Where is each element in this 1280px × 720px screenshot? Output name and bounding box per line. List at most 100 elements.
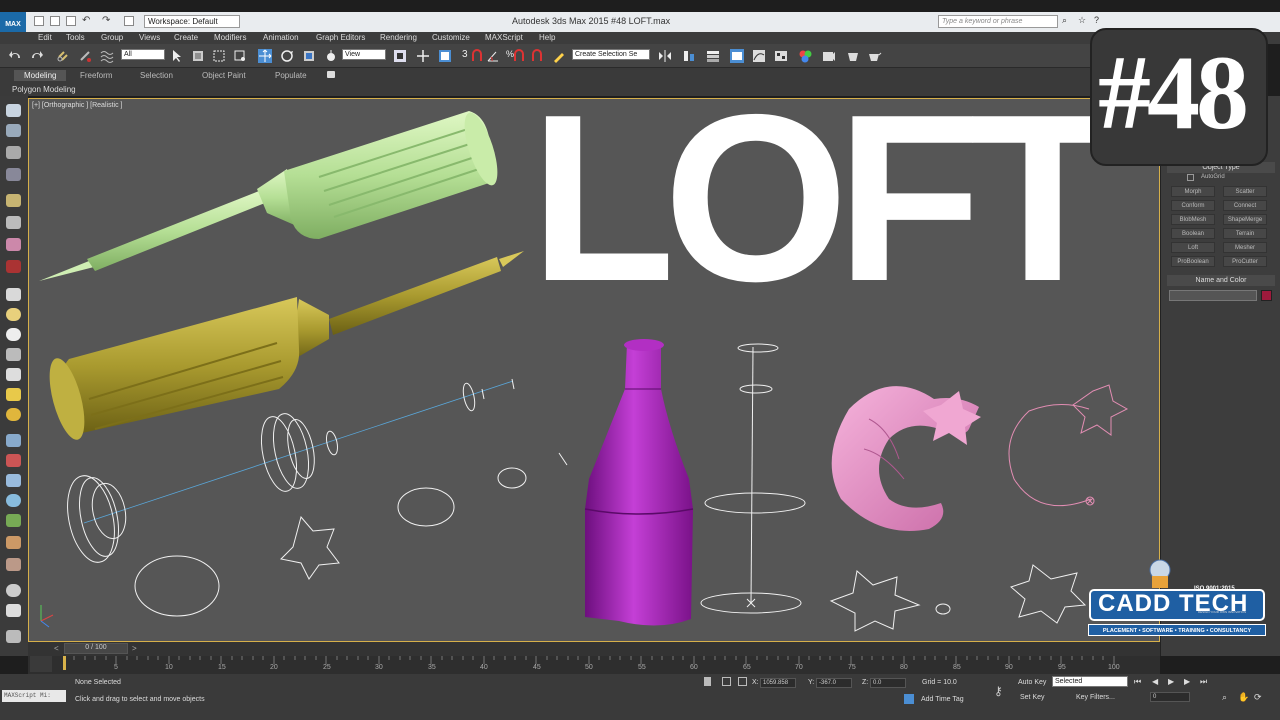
record-icon[interactable] xyxy=(6,260,21,273)
key-icon[interactable]: ⚷ xyxy=(994,684,1003,698)
display-panel-icon[interactable] xyxy=(6,194,21,207)
utilities-panel-icon[interactable] xyxy=(6,216,21,229)
select-by-name-icon[interactable] xyxy=(191,49,205,63)
zoom-icon[interactable]: ⌕ xyxy=(1222,692,1227,703)
auto-key-button[interactable]: Auto Key xyxy=(1018,679,1046,686)
x-coordinate-field[interactable]: 1059.858 xyxy=(760,678,796,688)
add-time-tag[interactable]: Add Time Tag xyxy=(921,696,964,703)
cone-primitive-icon[interactable] xyxy=(6,368,21,381)
paint-icon[interactable] xyxy=(6,604,21,617)
purple-bottle[interactable] xyxy=(584,339,694,626)
trackbar[interactable]: 5 10 15 20 25 30 35 40 45 50 55 60 65 70… xyxy=(28,656,1160,674)
rectangular-selection-icon[interactable] xyxy=(212,49,226,63)
menu-views[interactable]: Views xyxy=(139,33,160,42)
time-prev-icon[interactable]: < xyxy=(54,644,59,653)
teapot-icon[interactable] xyxy=(6,584,21,597)
add-time-tag-icon[interactable] xyxy=(904,694,914,704)
green-screwdriver[interactable] xyxy=(39,109,504,281)
terrain-button[interactable]: Terrain xyxy=(1223,228,1267,239)
tab-populate[interactable]: Populate xyxy=(275,71,307,80)
app-logo-icon[interactable]: MAX xyxy=(0,12,26,32)
autogrid-checkbox[interactable] xyxy=(1187,174,1194,181)
particles-icon[interactable] xyxy=(6,238,21,251)
play-icon[interactable]: ▶ xyxy=(1168,677,1174,686)
star-splines[interactable] xyxy=(829,564,1087,632)
graphite-ribbon-icon[interactable] xyxy=(730,49,744,63)
pivot-center-icon[interactable] xyxy=(393,49,407,63)
go-to-end-icon[interactable]: ⏭ xyxy=(1200,677,1207,687)
menu-animation[interactable]: Animation xyxy=(263,33,299,42)
ribbon-options-icon[interactable] xyxy=(327,71,335,78)
z-coordinate-field[interactable]: 0.0 xyxy=(870,678,906,688)
isolate-icon[interactable] xyxy=(722,677,731,686)
link-icon[interactable] xyxy=(56,49,70,63)
snap-toggle-icon[interactable] xyxy=(470,49,484,63)
orbit-icon[interactable]: ⟳ xyxy=(1254,692,1262,703)
y-coordinate-field[interactable]: -367.0 xyxy=(816,678,852,688)
curve-editor-icon[interactable] xyxy=(752,49,766,63)
window-crossing-icon[interactable] xyxy=(233,49,247,63)
olive-screwdriver[interactable] xyxy=(43,251,524,443)
redo-icon[interactable]: ↷ xyxy=(102,16,112,26)
motion-panel-icon[interactable] xyxy=(6,168,21,181)
hierarchy-panel-icon[interactable] xyxy=(6,146,21,159)
auto-key-select[interactable]: Selected xyxy=(1052,676,1128,687)
menu-modifiers[interactable]: Modifiers xyxy=(214,33,246,42)
biped-icon[interactable] xyxy=(6,536,21,549)
select-and-rotate-icon[interactable] xyxy=(280,49,294,63)
pink-star-shell[interactable] xyxy=(831,386,981,531)
spinner-snap-icon[interactable] xyxy=(530,49,544,63)
helper-icon[interactable] xyxy=(6,454,21,467)
select-and-move-icon[interactable] xyxy=(258,49,272,63)
rendered-frame-icon[interactable] xyxy=(846,49,860,63)
snap-toggle-label[interactable]: 3 xyxy=(462,49,468,60)
foliage-icon[interactable] xyxy=(6,514,21,527)
render-production-icon[interactable] xyxy=(868,49,882,63)
object-color-swatch[interactable] xyxy=(1261,290,1272,301)
keyboard-shortcut-icon[interactable] xyxy=(438,49,452,63)
menu-customize[interactable]: Customize xyxy=(432,33,470,42)
star-icon[interactable]: ☆ xyxy=(1078,16,1088,26)
conform-button[interactable]: Conform xyxy=(1171,200,1215,211)
redo-icon[interactable] xyxy=(30,49,44,63)
menu-create[interactable]: Create xyxy=(174,33,198,42)
schematic-view-icon[interactable] xyxy=(774,49,788,63)
menu-maxscript[interactable]: MAXScript xyxy=(485,33,523,42)
proboolean-button[interactable]: ProBoolean xyxy=(1171,256,1215,267)
connect-button[interactable]: Connect xyxy=(1223,200,1267,211)
maxscript-listener[interactable]: MAXScript Mi: xyxy=(2,690,66,702)
menu-tools[interactable]: Tools xyxy=(66,33,85,42)
sun-icon[interactable] xyxy=(6,408,21,421)
set-key-button[interactable]: Set Key xyxy=(1020,694,1045,701)
scatter-button[interactable]: Scatter xyxy=(1223,186,1267,197)
key-filters-button[interactable]: Key Filters... xyxy=(1076,694,1115,701)
shell-icon[interactable] xyxy=(6,558,21,571)
cylinder-primitive-icon[interactable] xyxy=(6,328,21,341)
tab-freeform[interactable]: Freeform xyxy=(80,71,112,80)
time-slider[interactable]: 0 / 100 < > xyxy=(28,642,1160,656)
search-input[interactable]: Type a keyword or phrase xyxy=(938,15,1058,28)
tab-modeling[interactable]: Modeling xyxy=(14,70,67,81)
binoculars-icon[interactable]: ⌕ xyxy=(1062,16,1072,26)
material-editor-icon[interactable] xyxy=(798,49,812,63)
open-file-icon[interactable] xyxy=(50,16,60,26)
undo-icon[interactable]: ↶ xyxy=(82,16,92,26)
morph-button[interactable]: Morph xyxy=(1171,186,1215,197)
pink-helix-spline[interactable] xyxy=(1008,384,1129,507)
light-icon[interactable] xyxy=(6,388,21,401)
mirror-icon[interactable] xyxy=(658,49,672,63)
bottle-loft-splines[interactable] xyxy=(700,343,806,614)
menu-edit[interactable]: Edit xyxy=(38,33,52,42)
bind-spacewarp-icon[interactable] xyxy=(100,49,114,63)
edit-named-selection-icon[interactable] xyxy=(552,49,566,63)
menu-group[interactable]: Group xyxy=(101,33,123,42)
select-and-scale-icon[interactable] xyxy=(302,49,316,63)
align-icon[interactable] xyxy=(682,49,696,63)
angle-snap-icon[interactable] xyxy=(486,49,500,63)
object-name-input[interactable] xyxy=(1169,290,1257,301)
previous-frame-icon[interactable]: ◀ xyxy=(1152,677,1158,686)
space-warp-icon[interactable] xyxy=(6,434,21,447)
percent-snap-icon[interactable] xyxy=(512,49,526,63)
box-primitive-icon[interactable] xyxy=(6,288,21,301)
unlink-icon[interactable] xyxy=(78,49,92,63)
